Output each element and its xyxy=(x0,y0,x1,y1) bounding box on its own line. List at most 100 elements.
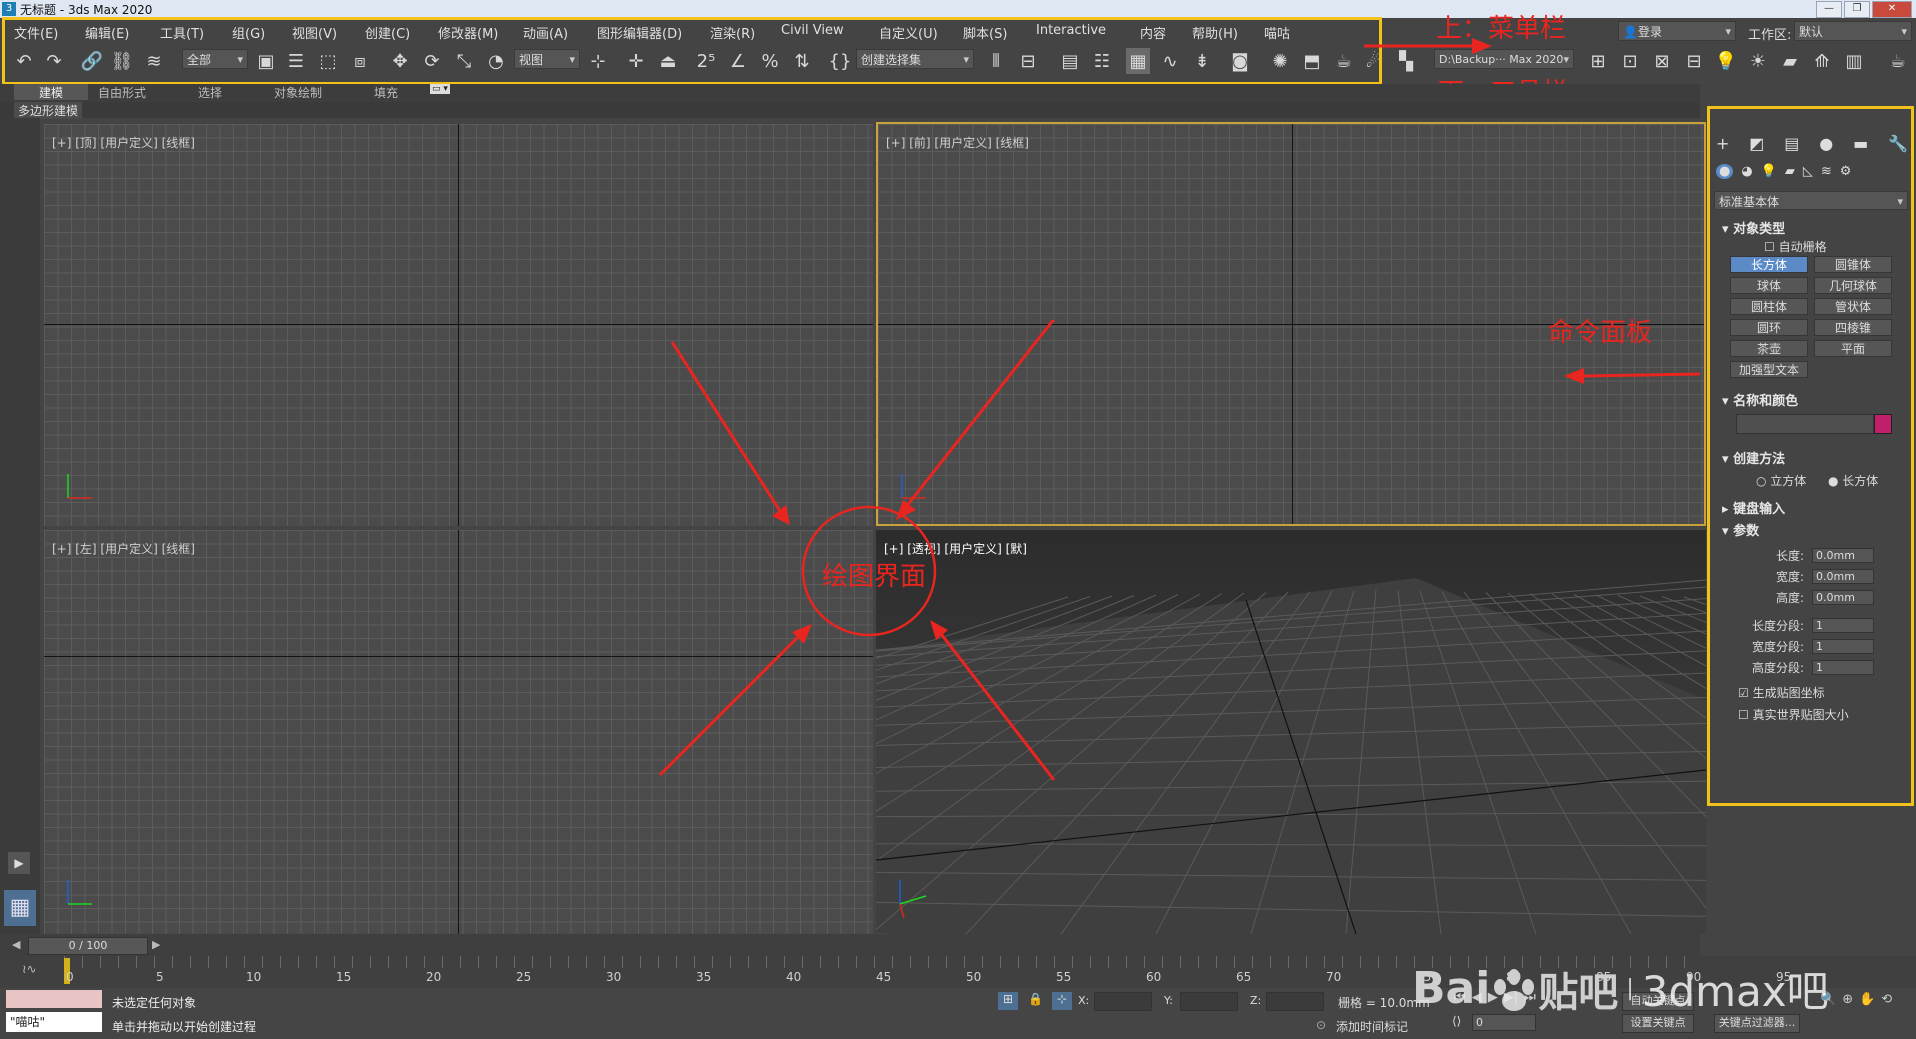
rollout-parameters[interactable]: ▾ 参数 xyxy=(1722,520,1759,539)
inherit-container-icon[interactable]: ⊡ xyxy=(1618,48,1642,74)
cube-radio[interactable]: ○ 立方体 xyxy=(1756,472,1806,489)
tick-label: 55 xyxy=(1056,970,1072,984)
box-radio[interactable]: ● 长方体 xyxy=(1828,472,1878,489)
curve-editor-mini-icon[interactable]: ≀∿ xyxy=(22,962,37,976)
create-category-icons: ● ◕ 💡 ▰ ◺ ≋ ⚙ xyxy=(1716,164,1856,179)
orbit-icon[interactable]: ⟲ xyxy=(1881,992,1892,1007)
create-tab-icon[interactable]: + xyxy=(1716,134,1729,153)
expand-arrow-icon[interactable]: ▶ xyxy=(8,852,30,874)
helpers-icon[interactable]: ◺ xyxy=(1803,164,1813,179)
workspace-dropdown[interactable]: 默认 xyxy=(1794,21,1912,42)
display-tab-icon[interactable]: ▬ xyxy=(1853,134,1868,153)
time-prev-icon[interactable]: ◀ xyxy=(12,938,20,951)
container-icon[interactable]: ⊞ xyxy=(1586,48,1610,74)
textplus-button[interactable]: 加强型文本 xyxy=(1730,361,1808,378)
utilities-tab-icon[interactable]: 🔧 xyxy=(1888,134,1908,153)
lights-icon[interactable]: 💡 xyxy=(1761,164,1777,179)
time-next-icon[interactable]: ▶ xyxy=(152,938,160,951)
status-prompt: 单击并拖动以开始创建过程 xyxy=(112,1020,257,1034)
selection-lock-icon[interactable]: 🔒 xyxy=(1028,992,1043,1006)
torus-button[interactable]: 圆环 xyxy=(1730,319,1808,336)
viewport-label-top[interactable]: [+] [顶] [用户定义] [线框] xyxy=(52,134,195,151)
x-coordinate-field[interactable] xyxy=(1094,992,1152,1011)
box-button[interactable]: 长方体 xyxy=(1730,256,1808,273)
creation-method-title: 创建方法 xyxy=(1733,452,1786,467)
tube-button[interactable]: 管状体 xyxy=(1814,298,1892,315)
pyramid-button[interactable]: 四棱锥 xyxy=(1814,319,1892,336)
object-name-input[interactable] xyxy=(1736,414,1874,434)
sphere-button[interactable]: 球体 xyxy=(1730,277,1808,294)
tab-freeform[interactable]: 自由形式 xyxy=(98,84,146,101)
camera-icon[interactable]: ▰ xyxy=(1778,48,1802,74)
length-segs-spinner[interactable]: 1 xyxy=(1812,618,1874,633)
grid-axis-y xyxy=(458,124,459,526)
time-tag-icon[interactable]: ⊙ xyxy=(1316,1018,1326,1032)
plane-button[interactable]: 平面 xyxy=(1814,340,1892,357)
hierarchy-tab-icon[interactable]: ▤ xyxy=(1784,134,1799,153)
gen-mapping-checkbox[interactable]: ☑ 生成贴图坐标 xyxy=(1738,684,1825,701)
tick-label: 50 xyxy=(966,970,982,984)
container-edit-icon[interactable]: ⊠ xyxy=(1650,48,1674,74)
cameras-icon[interactable]: ▰ xyxy=(1785,164,1795,179)
width-segs-spinner[interactable]: 1 xyxy=(1812,639,1874,654)
z-coordinate-field[interactable] xyxy=(1266,992,1324,1011)
isolate-selection-icon[interactable]: ⊞ xyxy=(998,992,1018,1010)
tab-modeling[interactable]: 建模 xyxy=(14,84,88,100)
add-time-tag[interactable]: 添加时间标记 xyxy=(1336,1018,1408,1035)
close-button[interactable]: ✕ xyxy=(1872,1,1912,18)
geometry-icon[interactable]: ● xyxy=(1716,164,1734,179)
viewport-label-front[interactable]: [+] [前] [用户定义] [线框] xyxy=(886,134,1029,151)
tab-selection[interactable]: 选择 xyxy=(198,84,222,101)
zoom-all-icon[interactable]: ⊕ xyxy=(1842,992,1853,1007)
time-slider-thumb[interactable]: 0 / 100 xyxy=(28,937,148,955)
systems-icon[interactable]: ⚙ xyxy=(1840,164,1852,179)
viewport-layout-icon[interactable]: ▦ xyxy=(4,890,36,926)
absolute-mode-icon[interactable]: ⊹ xyxy=(1052,992,1072,1010)
tab-object-paint[interactable]: 对象绘制 xyxy=(274,84,322,101)
cone-button[interactable]: 圆锥体 xyxy=(1814,256,1892,273)
helper-icon[interactable]: ⟰ xyxy=(1810,48,1834,74)
motion-tab-icon[interactable]: ● xyxy=(1819,134,1833,153)
drawing-area-annotation xyxy=(658,320,1056,781)
pan-icon[interactable]: ✋ xyxy=(1859,992,1875,1007)
lightbulb-icon[interactable]: 💡 xyxy=(1714,48,1738,74)
geosphere-button[interactable]: 几何球体 xyxy=(1814,277,1892,294)
cylinder-button[interactable]: 圆柱体 xyxy=(1730,298,1808,315)
sun-icon[interactable]: ☀ xyxy=(1746,48,1770,74)
modify-tab-icon[interactable]: ◩ xyxy=(1749,134,1764,153)
watermark-separator: | xyxy=(1626,976,1634,1001)
rollout-keyboard-entry[interactable]: ▸ 键盘输入 xyxy=(1722,498,1785,517)
real-world-checkbox[interactable]: ☐ 真实世界贴图大小 xyxy=(1738,706,1849,723)
book-icon[interactable]: ▥ xyxy=(1842,48,1866,74)
axis-tripod-icon xyxy=(899,880,927,919)
maxscript-input[interactable]: "喵咕" xyxy=(6,1012,102,1032)
container-unlock-icon[interactable]: ⊟ xyxy=(1682,48,1706,74)
ribbon-options-icon[interactable]: ▭ ▾ xyxy=(430,84,450,94)
maxscript-listener-top[interactable] xyxy=(6,990,102,1008)
object-color-swatch[interactable] xyxy=(1874,414,1892,434)
x-label: X: xyxy=(1078,994,1090,1007)
y-coordinate-field[interactable] xyxy=(1180,992,1238,1011)
rollout-object-type[interactable]: ▾ 对象类型 xyxy=(1722,218,1785,237)
length-spinner[interactable]: 0.0mm xyxy=(1812,548,1874,563)
subtab-poly-modeling[interactable]: 多边形建模 xyxy=(14,102,83,119)
rollout-creation-method[interactable]: ▾ 创建方法 xyxy=(1722,448,1785,467)
tick-label: 70 xyxy=(1326,970,1342,984)
height-segs-spinner[interactable]: 1 xyxy=(1812,660,1874,675)
tick-label: 0 xyxy=(66,970,74,984)
maximize-button[interactable]: ❐ xyxy=(1844,1,1870,18)
autogrid-checkbox[interactable]: ☐ 自动栅格 xyxy=(1764,238,1827,255)
login-dropdown[interactable]: 👤登录 xyxy=(1618,21,1736,42)
viewport-label-left[interactable]: [+] [左] [用户定义] [线框] xyxy=(52,540,195,557)
rollout-name-color[interactable]: ▾ 名称和颜色 xyxy=(1722,390,1798,409)
width-spinner[interactable]: 0.0mm xyxy=(1812,569,1874,584)
teapot-button[interactable]: 茶壶 xyxy=(1730,340,1808,357)
tab-populate[interactable]: 填充 xyxy=(374,84,398,101)
teapot-icon[interactable]: ☕ xyxy=(1886,48,1910,74)
tick-label: 80 xyxy=(1506,970,1522,984)
shapes-icon[interactable]: ◕ xyxy=(1741,164,1752,179)
minimize-button[interactable]: — xyxy=(1816,1,1842,18)
spacewarps-icon[interactable]: ≋ xyxy=(1821,164,1832,179)
category-dropdown[interactable]: 标准基本体 xyxy=(1714,191,1908,212)
height-spinner[interactable]: 0.0mm xyxy=(1812,590,1874,605)
